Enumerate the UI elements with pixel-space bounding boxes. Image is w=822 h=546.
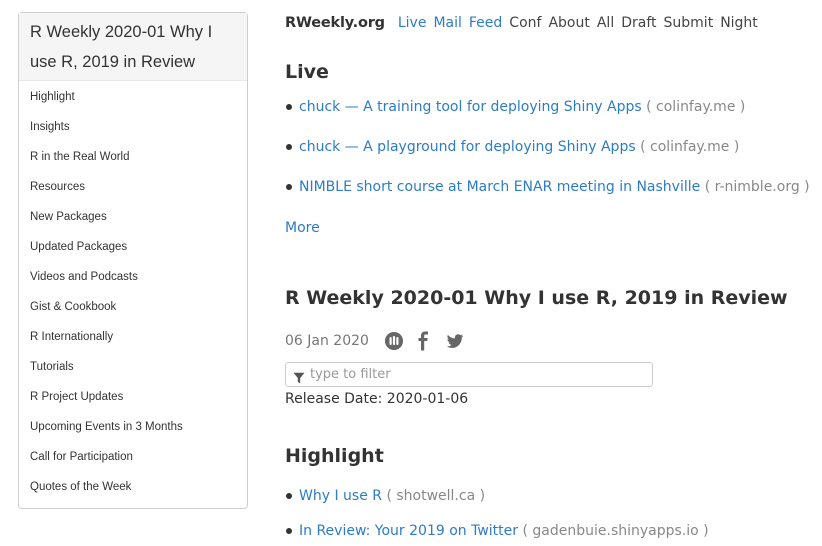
facebook-icon[interactable]	[416, 331, 430, 358]
filter-box	[285, 362, 653, 387]
more-link[interactable]: More	[285, 217, 320, 239]
bullet	[286, 528, 292, 534]
hackernews-icon[interactable]	[384, 331, 404, 358]
toc-item-call-for-participation[interactable]: Call for Participation	[19, 442, 247, 472]
nav-link-live[interactable]: Live	[398, 15, 427, 31]
release-date: Release Date: 2020-01-06	[285, 391, 469, 407]
nav-link-conf[interactable]: Conf	[509, 15, 541, 31]
toc-sidebar: R Weekly 2020-01 Why I use R, 2019 in Re…	[18, 12, 248, 509]
list-item: chuck — A training tool for deploying Sh…	[285, 96, 745, 118]
toc-item-highlight[interactable]: Highlight	[19, 82, 247, 112]
live-link-3[interactable]: NIMBLE short course at March ENAR meetin…	[299, 179, 700, 195]
live-link-2[interactable]: chuck — A playground for deploying Shiny…	[299, 139, 636, 155]
bullet	[286, 493, 292, 499]
link-domain: ( colinfay.me )	[640, 139, 740, 155]
post-meta: 06 Jan 2020	[285, 330, 464, 352]
toc-item-quotes-of-the-week[interactable]: Quotes of the Week	[19, 472, 247, 502]
bullet	[286, 104, 292, 110]
live-link-1[interactable]: chuck — A training tool for deploying Sh…	[299, 99, 642, 115]
list-item: Why I use R ( shotwell.ca )	[285, 485, 485, 507]
toc-item-updated-packages[interactable]: Updated Packages	[19, 232, 247, 262]
toc-item-insights[interactable]: Insights	[19, 112, 247, 142]
nav-link-draft[interactable]: Draft	[621, 15, 656, 31]
brand-link[interactable]: RWeekly.org	[285, 15, 385, 31]
list-item: In Review: Your 2019 on Twitter ( gadenb…	[285, 520, 709, 542]
highlight-link-1[interactable]: Why I use R	[299, 488, 382, 504]
toc-item-upcoming-events[interactable]: Upcoming Events in 3 Months	[19, 412, 247, 442]
link-domain: ( gadenbuie.shinyapps.io )	[522, 523, 709, 539]
nav-link-all[interactable]: All	[597, 15, 614, 31]
nav-link-about[interactable]: About	[548, 15, 589, 31]
nav-link-feed[interactable]: Feed	[469, 15, 502, 31]
list-item: NIMBLE short course at March ENAR meetin…	[285, 176, 810, 198]
toc-item-r-project-updates[interactable]: R Project Updates	[19, 382, 247, 412]
post-date: 06 Jan 2020	[285, 333, 369, 349]
filter-icon	[293, 369, 305, 388]
toc-item-resources[interactable]: Resources	[19, 172, 247, 202]
nav-link-night[interactable]: Night	[720, 15, 758, 31]
list-item: chuck — A playground for deploying Shiny…	[285, 136, 739, 158]
toc-list: Highlight Insights R in the Real World R…	[19, 81, 247, 508]
toc-item-r-in-the-real-world[interactable]: R in the Real World	[19, 142, 247, 172]
link-domain: ( r-nimble.org )	[704, 179, 810, 195]
toc-item-tutorials[interactable]: Tutorials	[19, 352, 247, 382]
live-heading: Live	[285, 61, 329, 83]
link-domain: ( shotwell.ca )	[386, 488, 486, 504]
toc-item-new-packages[interactable]: New Packages	[19, 202, 247, 232]
highlight-heading: Highlight	[285, 445, 384, 467]
post-title: R Weekly 2020-01 Why I use R, 2019 in Re…	[285, 287, 788, 309]
twitter-icon[interactable]	[445, 331, 465, 358]
nav-link-mail[interactable]: Mail	[433, 15, 461, 31]
link-domain: ( colinfay.me )	[646, 99, 746, 115]
top-nav: RWeekly.org Live Mail Feed Conf About All Draft…	[285, 12, 758, 34]
toc-item-videos-and-podcasts[interactable]: Videos and Podcasts	[19, 262, 247, 292]
filter-input[interactable]	[310, 364, 645, 385]
bullet	[286, 144, 292, 150]
highlight-link-2[interactable]: In Review: Your 2019 on Twitter	[299, 523, 518, 539]
nav-link-submit[interactable]: Submit	[664, 15, 714, 31]
toc-title: R Weekly 2020-01 Why I use R, 2019 in Re…	[19, 13, 247, 81]
toc-item-r-internationally[interactable]: R Internationally	[19, 322, 247, 352]
toc-item-gist-cookbook[interactable]: Gist & Cookbook	[19, 292, 247, 322]
bullet	[286, 184, 292, 190]
